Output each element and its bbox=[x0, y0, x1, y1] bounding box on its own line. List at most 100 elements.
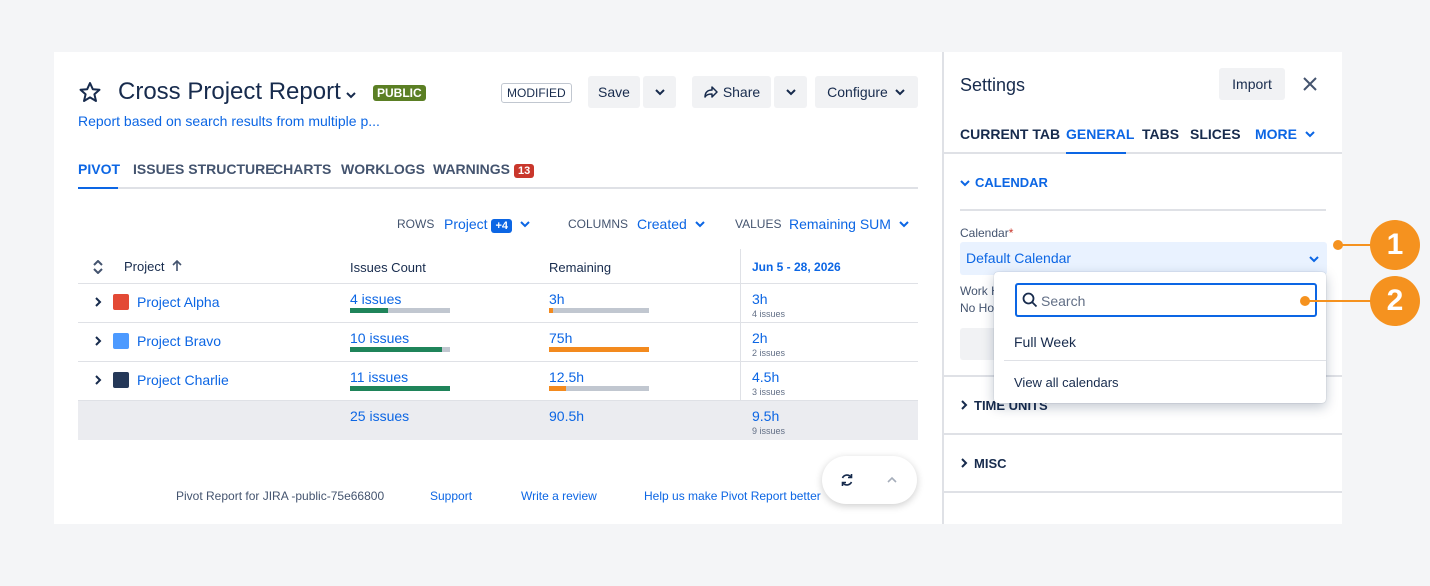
share-icon bbox=[704, 86, 718, 98]
calendar-option-full-week[interactable]: Full Week bbox=[1014, 334, 1076, 350]
table-header: Project Issues Count Remaining Jun 5 - 2… bbox=[78, 251, 918, 284]
callout-marker-2: 2 bbox=[1370, 276, 1420, 326]
share-label: Share bbox=[722, 84, 761, 100]
section-divider bbox=[944, 491, 1342, 493]
calendar-dropdown-menu: Search Full Week View all calendars bbox=[994, 272, 1326, 403]
chevron-down-icon bbox=[895, 89, 905, 96]
tab-warnings[interactable]: WARNINGS 13 bbox=[433, 161, 535, 189]
marker-line-2 bbox=[1308, 300, 1372, 302]
project-alpha-icon bbox=[113, 294, 129, 310]
report-title: Cross Project Report bbox=[118, 78, 341, 105]
table-row: Project Charlie 11 issues 12.5h 4.5h 3 i… bbox=[78, 362, 918, 401]
share-menu-button[interactable] bbox=[774, 76, 807, 108]
tab-issues-structure[interactable]: ISSUES STRUCTURE bbox=[133, 161, 275, 189]
tab-pivot[interactable]: PIVOT bbox=[78, 161, 120, 189]
misc-section-header[interactable]: MISC bbox=[960, 456, 1007, 471]
total-remaining-link[interactable]: 90.5h bbox=[549, 408, 584, 424]
rows-extra-badge: +4 bbox=[491, 219, 513, 233]
close-icon[interactable] bbox=[1302, 76, 1318, 92]
expand-chevron-icon[interactable] bbox=[93, 296, 103, 308]
calendar-field-label: Calendar* bbox=[960, 226, 1013, 240]
tab-worklogs[interactable]: WORKLOGS bbox=[341, 161, 425, 189]
chevron-down-icon bbox=[1305, 131, 1315, 138]
star-icon[interactable] bbox=[78, 81, 102, 103]
save-menu-button[interactable] bbox=[643, 76, 676, 108]
columns-label: COLUMNS bbox=[568, 217, 629, 231]
remaining-progress-fill bbox=[549, 386, 566, 391]
table-row: Project Bravo 10 issues 75h 2h 2 issues bbox=[78, 323, 918, 362]
refresh-icon[interactable] bbox=[840, 473, 854, 487]
save-button[interactable]: Save bbox=[588, 76, 640, 108]
report-description[interactable]: Report based on search results from mult… bbox=[78, 113, 380, 129]
report-panel: Cross Project Report PUBLIC MODIFIED Sav… bbox=[54, 52, 942, 524]
tab-more-label: MORE bbox=[1255, 126, 1297, 142]
remaining-progress-fill bbox=[549, 308, 553, 313]
tab-current-tab[interactable]: CURRENT TAB bbox=[960, 126, 1060, 154]
calendar-select[interactable]: Default Calendar bbox=[960, 242, 1327, 275]
project-link[interactable]: Project Alpha bbox=[137, 294, 220, 310]
total-issues-link[interactable]: 25 issues bbox=[350, 408, 409, 424]
chevron-down-icon bbox=[654, 89, 665, 96]
marker-dot-2 bbox=[1300, 296, 1310, 306]
calendar-label-text: Calendar bbox=[960, 226, 1009, 240]
issues-progress-fill bbox=[350, 347, 442, 352]
remaining-link[interactable]: 75h bbox=[549, 330, 572, 346]
header-issues-count[interactable]: Issues Count bbox=[350, 260, 426, 275]
tab-more[interactable]: MORE bbox=[1255, 126, 1316, 154]
expand-chevron-icon[interactable] bbox=[93, 335, 103, 347]
issues-progress-bar bbox=[350, 386, 450, 391]
sort-toggle-icon[interactable] bbox=[92, 260, 104, 274]
section-divider bbox=[960, 209, 1326, 211]
tab-charts[interactable]: CHARTS bbox=[273, 161, 331, 189]
project-link[interactable]: Project Bravo bbox=[137, 333, 221, 349]
issues-count-link[interactable]: 11 issues bbox=[350, 369, 408, 385]
search-placeholder: Search bbox=[1041, 293, 1086, 309]
date-value-link[interactable]: 4.5h bbox=[752, 369, 779, 385]
chevron-down-icon bbox=[1309, 256, 1319, 263]
date-issues-count: 4 issues bbox=[752, 309, 786, 319]
view-all-calendars-link[interactable]: View all calendars bbox=[1014, 375, 1119, 390]
tab-general[interactable]: GENERAL bbox=[1066, 126, 1134, 154]
issues-progress-fill bbox=[350, 386, 450, 391]
remaining-link[interactable]: 12.5h bbox=[549, 369, 584, 385]
search-icon bbox=[1022, 292, 1038, 308]
values-label: VALUES bbox=[735, 217, 782, 231]
issues-count-link[interactable]: 4 issues bbox=[350, 291, 401, 307]
calendar-search-input[interactable]: Search bbox=[1015, 283, 1317, 317]
total-date-value-link[interactable]: 9.5h bbox=[752, 408, 779, 424]
header-project[interactable]: Project bbox=[124, 259, 164, 274]
columns-selector[interactable]: Created bbox=[637, 216, 706, 232]
remaining-progress-fill bbox=[549, 347, 649, 352]
configure-button[interactable]: Configure bbox=[815, 76, 918, 108]
total-date-issues: 9 issues bbox=[752, 426, 786, 436]
date-issues-count: 3 issues bbox=[752, 387, 786, 397]
project-charlie-icon bbox=[113, 372, 129, 388]
date-issues-count: 2 issues bbox=[752, 348, 786, 358]
expand-chevron-icon[interactable] bbox=[93, 374, 103, 386]
date-value-link[interactable]: 2h bbox=[752, 330, 768, 346]
chevron-up-icon[interactable] bbox=[886, 475, 898, 485]
values-selector[interactable]: Remaining SUM bbox=[789, 216, 910, 232]
project-link[interactable]: Project Charlie bbox=[137, 372, 229, 388]
write-review-link[interactable]: Write a review bbox=[521, 489, 597, 503]
support-link[interactable]: Support bbox=[430, 489, 472, 503]
date-value-link[interactable]: 3h bbox=[752, 291, 768, 307]
table-row: Project Alpha 4 issues 3h 3h 4 issues bbox=[78, 284, 918, 323]
no-hours-text: No Ho bbox=[960, 301, 995, 315]
tab-tabs[interactable]: TABS bbox=[1142, 126, 1179, 154]
issues-count-link[interactable]: 10 issues bbox=[350, 330, 409, 346]
header-remaining[interactable]: Remaining bbox=[549, 260, 611, 275]
share-button[interactable]: Share bbox=[692, 76, 771, 108]
import-button[interactable]: Import bbox=[1219, 68, 1285, 100]
chevron-down-icon[interactable] bbox=[345, 90, 357, 100]
tab-slices[interactable]: SLICES bbox=[1190, 126, 1241, 154]
rows-selector[interactable]: Project +4 bbox=[444, 216, 531, 233]
chevron-down-icon bbox=[520, 221, 530, 228]
header-date-range[interactable]: Jun 5 - 28, 2026 bbox=[752, 260, 841, 274]
remaining-link[interactable]: 3h bbox=[549, 291, 565, 307]
calendar-section-header[interactable]: CALENDAR bbox=[960, 175, 1048, 190]
footer-text: Pivot Report for JIRA -public-75e66800 bbox=[176, 489, 385, 503]
required-asterisk: * bbox=[1008, 226, 1014, 240]
issues-progress-bar bbox=[350, 308, 450, 313]
help-improve-link[interactable]: Help us make Pivot Report better bbox=[644, 489, 821, 503]
